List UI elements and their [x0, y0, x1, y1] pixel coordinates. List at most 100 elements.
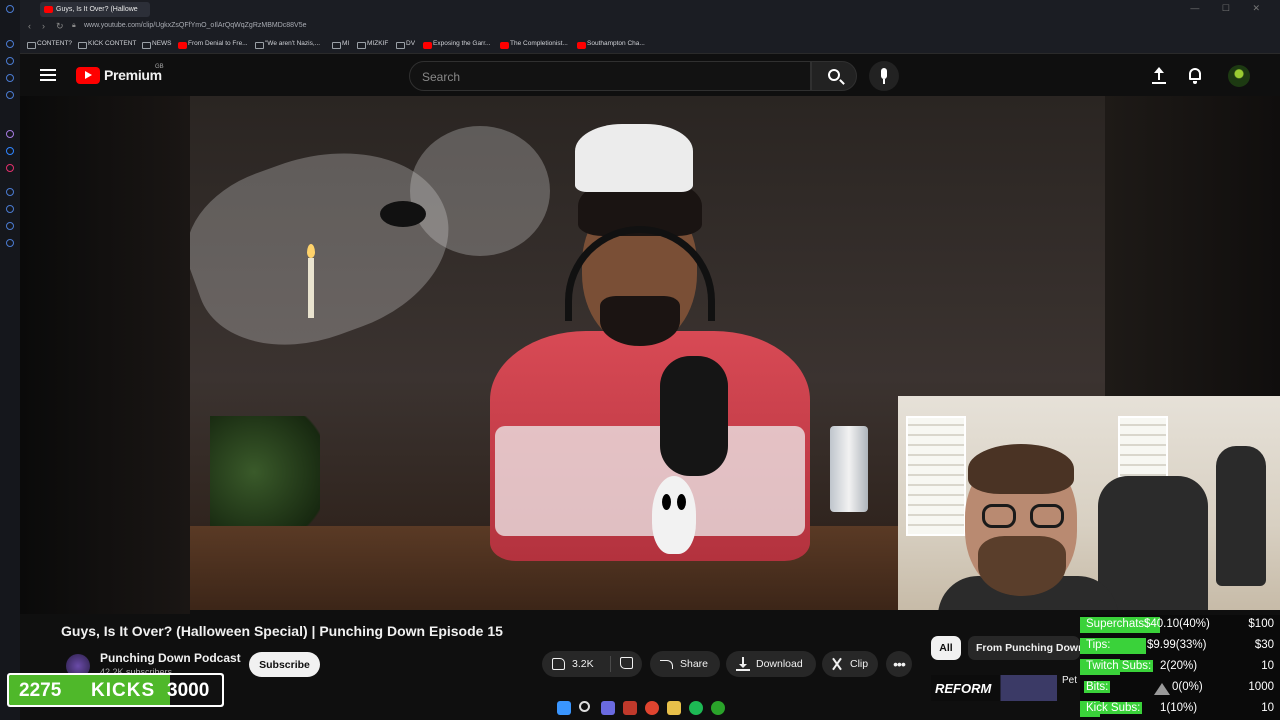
candle-decoration — [308, 258, 314, 318]
bookmark-item[interactable]: "We aren't Nazis,... — [255, 40, 320, 49]
browser-tab[interactable]: Guys, Is It Over? (Hallowe — [40, 2, 150, 17]
bookmark-item[interactable]: DV — [396, 40, 415, 49]
donation-row-tips: Tips: $9.99(33%) $30 — [1080, 636, 1280, 656]
bookmark-item[interactable]: Southampton Cha... — [577, 40, 645, 49]
podcast-microphone — [660, 356, 728, 476]
donation-value: $9.99(33%) — [1147, 639, 1207, 651]
chef-hat — [575, 124, 693, 192]
recommended-video-title[interactable]: Pet — [1062, 675, 1082, 686]
messenger-icon[interactable] — [6, 147, 14, 155]
spotify-icon[interactable] — [689, 701, 703, 715]
back-icon[interactable]: ‹ — [28, 21, 31, 31]
history-icon[interactable] — [6, 205, 14, 213]
like-count: 3.2K — [572, 658, 594, 670]
kicks-goal-widget: 2275 KICKS 3000 — [7, 673, 224, 707]
donation-value: $40.10(40%) — [1144, 618, 1210, 630]
bits-icon — [1154, 683, 1170, 695]
bookmark-item[interactable]: Exposing the Garr... — [423, 40, 490, 49]
bookmark-item[interactable]: From Denial to Fre... — [178, 40, 248, 49]
like-button[interactable]: 3.2K — [542, 651, 610, 677]
file-explorer-icon[interactable] — [667, 701, 681, 715]
more-actions-button[interactable]: ••• — [886, 651, 912, 677]
voice-search-button[interactable] — [869, 61, 899, 91]
streamer-beard — [978, 536, 1066, 596]
settings-icon[interactable] — [6, 239, 14, 247]
donation-label: Bits: — [1084, 681, 1111, 693]
kicks-current: 2275 — [19, 680, 62, 701]
forward-icon[interactable]: › — [42, 21, 45, 31]
menu-icon[interactable] — [40, 69, 56, 81]
sidebar-app-icon[interactable] — [6, 40, 14, 48]
gaming-chair — [1098, 476, 1208, 610]
drink-can — [830, 426, 868, 512]
xbox-icon[interactable] — [711, 701, 725, 715]
bookmark-item[interactable]: KICK CONTENT — [78, 40, 136, 49]
window-controls[interactable]: — ☐ ✕ — [1190, 3, 1270, 14]
bookmark-item[interactable]: CONTENT? — [27, 40, 72, 49]
bookmark-item[interactable]: MIZKIF — [357, 40, 388, 49]
chip-all[interactable]: All — [931, 636, 961, 660]
download-label: Download — [756, 658, 803, 670]
chip-from-channel[interactable]: From Punching Down — [968, 636, 1080, 660]
thumbs-up-icon — [552, 657, 566, 671]
bookmark-item[interactable]: MI — [332, 40, 349, 49]
clip-label: Clip — [850, 658, 869, 670]
upload-button[interactable] — [1150, 66, 1168, 86]
video-title: Guys, Is It Over? (Halloween Special) | … — [61, 623, 503, 639]
like-dislike-group: 3.2K — [542, 651, 642, 677]
url-text[interactable]: www.youtube.com/clip/UgkxZsQFfYmO_oIlArQ… — [84, 22, 307, 29]
instagram-icon[interactable] — [6, 164, 14, 172]
sidebar-app-icon[interactable] — [6, 222, 14, 230]
search-button[interactable] — [811, 61, 857, 91]
ghostface-mask — [652, 476, 696, 554]
recommended-video-thumbnail[interactable]: REFORM — [931, 675, 1057, 701]
clip-button[interactable]: Clip — [822, 651, 878, 677]
sidebar-app-icon[interactable] — [6, 91, 14, 99]
address-bar[interactable]: ‹ › ↻ 🔒︎ www.youtube.com/clip/UgkxZsQFfY… — [20, 19, 1280, 37]
share-button[interactable]: Share — [650, 651, 720, 677]
opera-logo-icon[interactable] — [6, 5, 14, 13]
donation-row-bits: Bits: 0(0%) 1000 — [1080, 678, 1280, 698]
kicks-label: KICKS — [91, 680, 156, 701]
donation-label: Kick Subs: — [1084, 702, 1143, 714]
video-ambient-right — [1105, 96, 1280, 396]
donation-row-twitch-subs: Twitch Subs: 2(20%) 10 — [1080, 657, 1280, 677]
sidebar-app-icon[interactable] — [6, 74, 14, 82]
scissors-icon — [830, 657, 844, 671]
lock-icon: 🔒︎ — [72, 22, 76, 29]
bookmark-item[interactable]: The Completionist... — [500, 40, 568, 49]
donation-goal: 10 — [1261, 660, 1274, 672]
spider-decoration — [380, 201, 426, 227]
kicks-goal-track: 2275 KICKS 3000 — [9, 675, 222, 705]
sidebar-app-icon[interactable] — [6, 188, 14, 196]
logo-text: Premium — [104, 67, 162, 83]
account-avatar[interactable] — [1228, 65, 1250, 87]
share-icon — [660, 657, 674, 671]
shirt — [495, 426, 805, 536]
bookmark-item[interactable]: NEWS — [142, 40, 172, 49]
twitch-icon[interactable] — [6, 130, 14, 138]
hanging-coats — [1216, 446, 1266, 586]
youtube-favicon-icon — [44, 6, 53, 13]
donation-label: Superchats: — [1084, 618, 1150, 630]
channel-name[interactable]: Punching Down Podcast — [100, 651, 241, 665]
discord-icon[interactable] — [601, 701, 615, 715]
dislike-button[interactable] — [611, 651, 642, 677]
reload-icon[interactable]: ↻ — [56, 21, 64, 32]
streamer-webcam — [898, 396, 1280, 610]
chrome-icon[interactable] — [645, 701, 659, 715]
search-box[interactable] — [409, 61, 811, 91]
download-button[interactable]: Download — [726, 651, 816, 677]
donation-goals-panel: Superchats: $40.10(40%) $100 Tips: $9.99… — [1080, 615, 1280, 720]
notifications-button[interactable] — [1186, 66, 1204, 86]
sidebar-app-icon[interactable] — [6, 57, 14, 65]
youtube-premium-logo[interactable]: Premium — [76, 66, 162, 84]
browser-sidebar — [0, 0, 20, 720]
youtube-header: Premium GB — [20, 54, 1280, 96]
opera-icon[interactable] — [623, 701, 637, 715]
subscribe-button[interactable]: Subscribe — [249, 652, 320, 677]
donation-goal: 1000 — [1248, 681, 1274, 693]
search-input[interactable] — [422, 70, 792, 84]
taskbar-search-icon[interactable] — [579, 701, 590, 712]
windows-start-icon[interactable] — [557, 701, 571, 715]
